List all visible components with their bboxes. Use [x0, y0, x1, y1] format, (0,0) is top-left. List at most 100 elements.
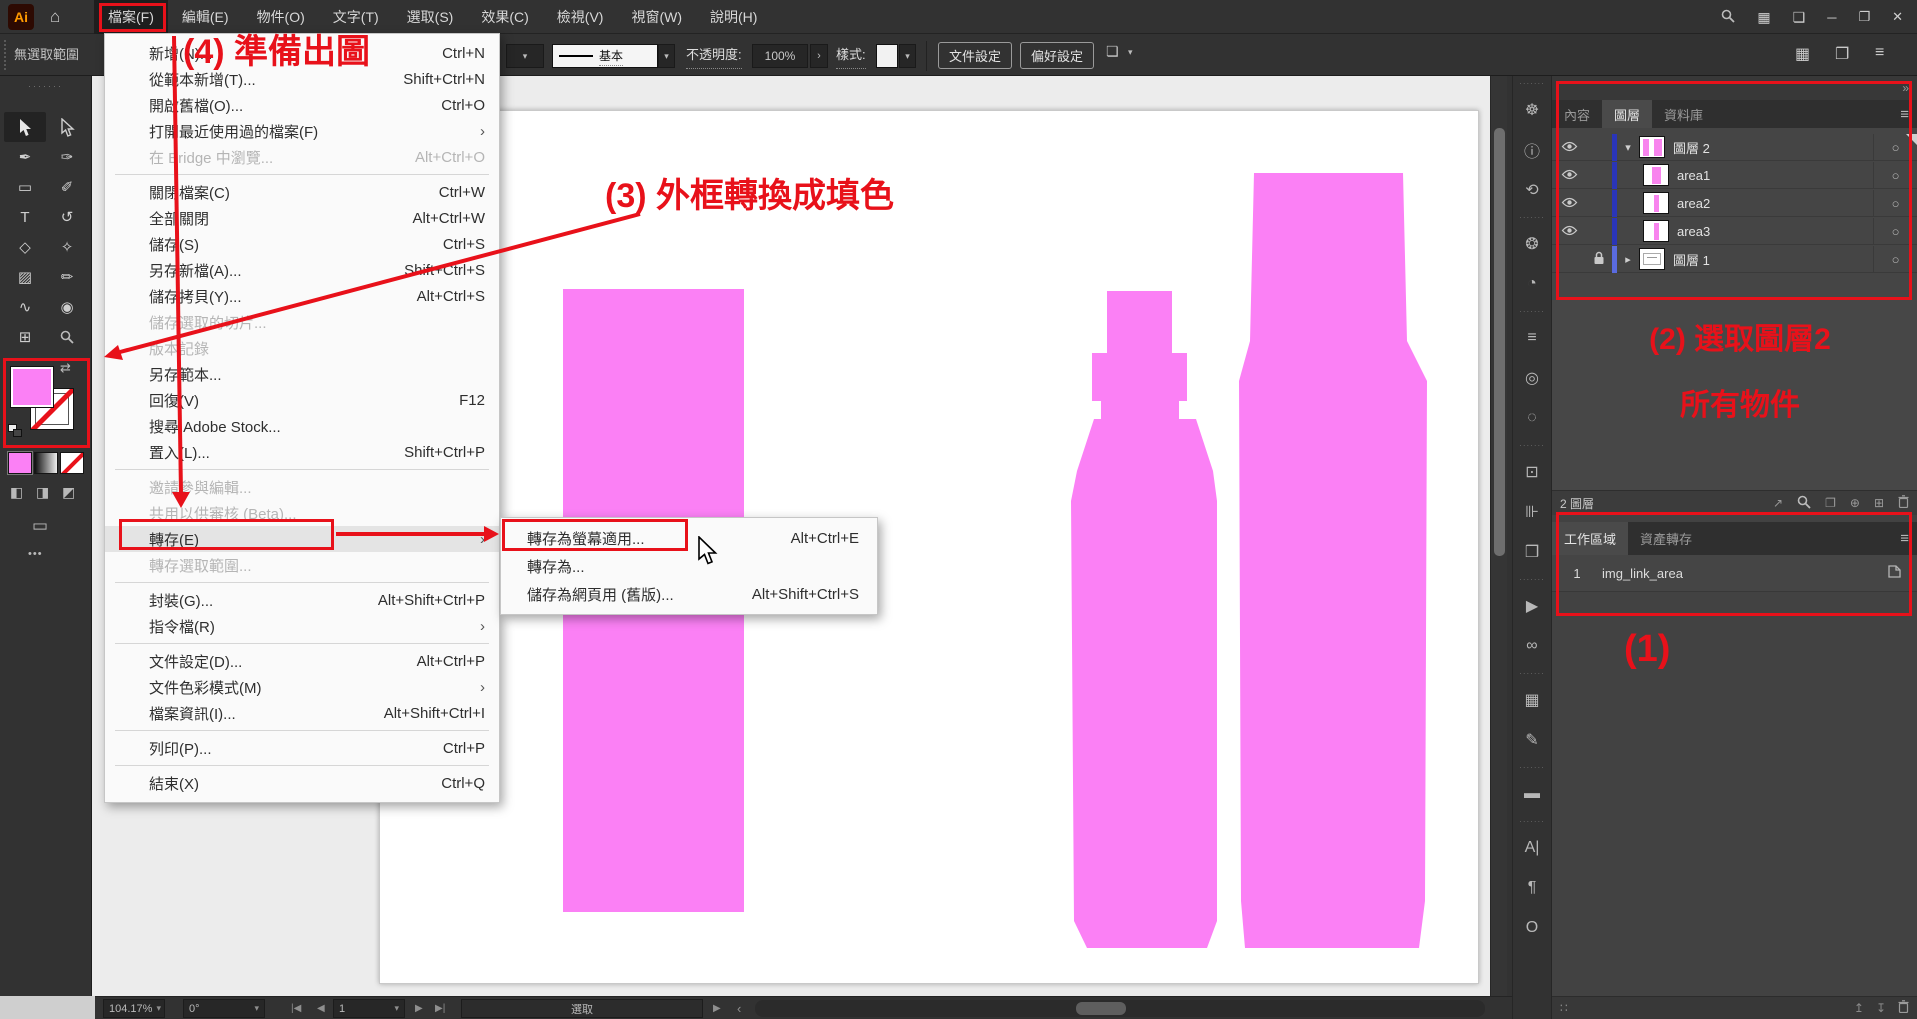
target-circle-icon[interactable]: ○ [1873, 190, 1917, 216]
file-menu-item[interactable]: 轉存(E)› [105, 526, 499, 552]
arrange-icon[interactable]: ▦ [1795, 44, 1810, 64]
draw-normal-mode-icon[interactable]: ◧ [10, 484, 23, 501]
eye-icon[interactable] [1552, 224, 1586, 239]
next-artboard-icon[interactable]: ▶ [415, 999, 423, 1018]
last-artboard-icon[interactable]: ▶| [435, 999, 445, 1018]
menubar-item-view[interactable]: 檢視(V) [543, 0, 618, 34]
selection-tool-icon[interactable] [4, 112, 46, 142]
file-menu-item[interactable]: 封裝(G)...Alt+Shift+Ctrl+P [105, 587, 499, 613]
export-submenu-item[interactable]: 轉存為... [501, 552, 877, 580]
panels-icon[interactable]: ❐ [1835, 44, 1849, 64]
align-panel-icon[interactable]: ⊪ [1513, 492, 1551, 532]
file-menu-item[interactable]: 搜尋 Adobe Stock... [105, 413, 499, 439]
locate-object-icon[interactable]: ↗ [1773, 496, 1783, 510]
dock-header[interactable]: » [1552, 76, 1917, 100]
default-colors-icon[interactable] [8, 424, 24, 438]
export-submenu-item[interactable]: 儲存為網頁用 (舊版)...Alt+Shift+Ctrl+S [501, 580, 877, 608]
tab-asset-export[interactable]: 資產轉存 [1628, 522, 1704, 555]
prev-artboard-icon[interactable]: ◀ [317, 999, 325, 1018]
menubar-item-window[interactable]: 視窗(W) [617, 0, 696, 34]
draw-behind-mode-icon[interactable]: ◨ [36, 484, 49, 501]
menubar-item-effect[interactable]: 效果(C) [467, 0, 542, 34]
curvature-tool-icon[interactable]: ✑ [46, 142, 88, 172]
new-sublayer-icon[interactable]: ⊕ [1850, 496, 1860, 510]
panel-menu-icon[interactable]: ≡ [1900, 522, 1909, 555]
type-tool-icon[interactable]: T [4, 202, 46, 232]
chevron-down-icon[interactable]: ▾ [1617, 141, 1639, 154]
tab-libraries[interactable]: 資料庫 [1652, 100, 1715, 128]
paintbrush-tool-icon[interactable]: ✐ [46, 172, 88, 202]
align-chevron[interactable]: ▾ [1128, 47, 1133, 58]
shape-area2[interactable] [1071, 291, 1217, 948]
layer-row[interactable]: area3○ [1552, 218, 1917, 245]
stroke-profile-select[interactable]: 基本 [552, 44, 658, 68]
file-menu-item[interactable]: 在 Bridge 中瀏覽...Alt+Ctrl+O [105, 144, 499, 170]
file-menu-item[interactable]: 全部關閉Alt+Ctrl+W [105, 205, 499, 231]
menubar-item-edit[interactable]: 編輯(E) [168, 0, 243, 34]
move-down-icon[interactable]: ↧ [1876, 1001, 1886, 1015]
artboard-number-select[interactable]: 1▾ [333, 999, 405, 1018]
layer-thumbnail[interactable] [1643, 220, 1669, 242]
pen-tool-icon[interactable]: ✒ [4, 142, 46, 172]
horizontal-scrollbar-thumb[interactable] [1076, 1002, 1126, 1015]
first-artboard-icon[interactable]: |◀ [291, 999, 301, 1018]
file-menu-item[interactable]: 回復(V)F12 [105, 387, 499, 413]
shape-builder-tool-icon[interactable]: ◉ [46, 292, 88, 322]
color-guide-icon[interactable]: ◔ [1513, 264, 1551, 304]
file-menu-item[interactable]: 列印(P)...Ctrl+P [105, 735, 499, 761]
delete-layer-icon[interactable] [1898, 495, 1909, 511]
menubar-item-type[interactable]: 文字(T) [319, 0, 393, 34]
none-button[interactable] [60, 452, 84, 474]
file-menu-item[interactable]: 結束(X)Ctrl+Q [105, 770, 499, 796]
eyedropper-tool-icon[interactable]: ✏ [46, 262, 88, 292]
file-menu-item[interactable]: 共用以供審核 (Beta)... [105, 500, 499, 526]
character-panel-icon[interactable]: A| [1513, 828, 1551, 868]
eye-icon[interactable] [1552, 140, 1586, 155]
layer-name[interactable]: area1 [1677, 168, 1873, 183]
menu-list-icon[interactable]: ≡ [1875, 44, 1884, 62]
asset-export-panel-icon[interactable]: ✎ [1513, 720, 1551, 760]
target-circle-icon[interactable]: ○ [1873, 162, 1917, 188]
layer-thumbnail[interactable] [1639, 136, 1665, 158]
opacity-stepper[interactable]: › [810, 44, 828, 68]
export-submenu-item[interactable]: 轉存為螢幕適用...Alt+Ctrl+E [501, 524, 877, 552]
tab-artboards[interactable]: 工作區域 [1552, 522, 1628, 555]
direct-selection-tool-icon[interactable] [46, 112, 88, 142]
close-button[interactable]: ✕ [1892, 9, 1903, 25]
file-menu-item[interactable]: 儲存拷貝(Y)...Alt+Ctrl+S [105, 283, 499, 309]
paragraph-panel-icon[interactable]: ¶ [1513, 868, 1551, 908]
file-menu-item[interactable]: 指令檔(R)› [105, 613, 499, 639]
stroke-panel-icon[interactable]: ≡ [1513, 318, 1551, 358]
tab-layers[interactable]: 圖層 [1602, 100, 1652, 128]
fill-color-swatch[interactable] [10, 366, 54, 408]
file-menu-item[interactable]: 關閉檔案(C)Ctrl+W [105, 179, 499, 205]
menubar-item-help[interactable]: 說明(H) [696, 0, 771, 34]
layer-thumbnail[interactable] [1643, 192, 1669, 214]
play-icon[interactable]: ▶ [713, 999, 721, 1018]
transparency-panel-icon[interactable]: ◎ [1513, 358, 1551, 398]
new-layer-icon[interactable]: ⊞ [1874, 496, 1884, 510]
search-icon[interactable] [1797, 495, 1811, 512]
pathfinder-panel-icon[interactable]: ❒ [1513, 532, 1551, 572]
panel-menu-icon[interactable]: ≡ [1900, 100, 1909, 128]
gradient-panel-icon[interactable]: ▬ [1513, 774, 1551, 814]
layer-name[interactable]: 圖層 2 [1673, 138, 1873, 157]
gradient-tool-icon[interactable]: ▨ [4, 262, 46, 292]
stroke-profile-chevron[interactable]: ▾ [658, 44, 675, 68]
menubar-item-file[interactable]: 檔案(F) [94, 0, 168, 34]
file-menu-item[interactable]: 文件色彩模式(M)› [105, 674, 499, 700]
arrange-documents-icon[interactable]: ▦ [1757, 9, 1770, 26]
properties-wheel-icon[interactable]: ☸ [1513, 90, 1551, 130]
file-menu-item[interactable]: 從範本新增(T)...Shift+Ctrl+N [105, 66, 499, 92]
layer-row[interactable]: ▾圖層 2○ [1552, 134, 1917, 161]
actions-panel-icon[interactable]: ▶ [1513, 586, 1551, 626]
opacity-label[interactable]: 不透明度: [686, 43, 742, 69]
draw-inside-mode-icon[interactable]: ◩ [62, 484, 75, 501]
stroke-profile-value[interactable]: 基本 [599, 47, 623, 66]
rotate-tool-icon[interactable]: ↺ [46, 202, 88, 232]
file-menu-item[interactable]: 版本記錄 [105, 335, 499, 361]
lock-icon[interactable] [1586, 251, 1612, 268]
transform-panel-icon[interactable]: ⊡ [1513, 452, 1551, 492]
hidden-dropdown[interactable]: ▾ [506, 44, 544, 68]
minimize-button[interactable]: ─ [1827, 10, 1836, 25]
